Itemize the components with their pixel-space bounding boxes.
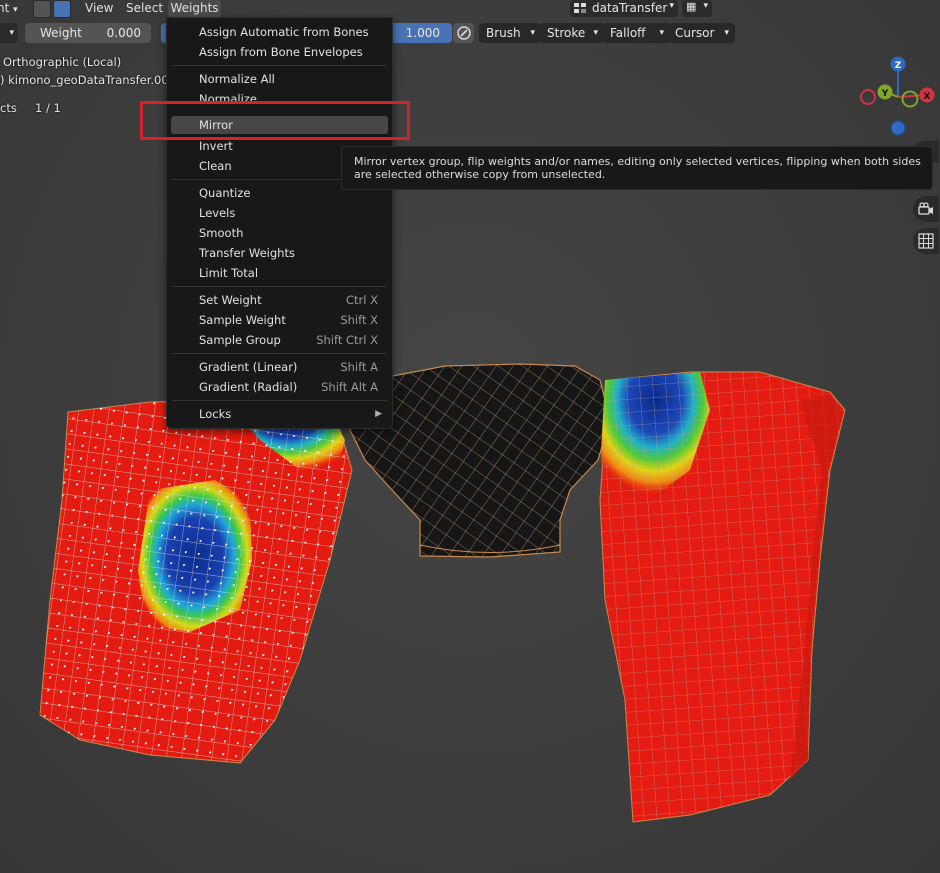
menu-weights[interactable]: Weights [168, 0, 221, 17]
menu-item-label: Assign Automatic from Bones [199, 25, 369, 39]
tool-dropdown[interactable]: ▾ [0, 23, 18, 43]
mode-dropdown[interactable]: nt ▾ [0, 0, 27, 17]
menu-item-label: Gradient (Radial) [199, 380, 298, 394]
menu-item-gradient-linear[interactable]: Gradient (Linear) Shift A [171, 357, 388, 377]
object-name-label: ) kimono_geoDataTransfer.002 [0, 73, 176, 87]
ortho-toggle-button[interactable] [913, 228, 939, 254]
gizmo-y-label: Y [881, 89, 889, 99]
menu-item-shortcut: Shift Ctrl X [316, 333, 378, 347]
cursor-dropdown[interactable]: Cursor ▾ [668, 23, 735, 43]
menu-item-sample-weight[interactable]: Sample Weight Shift X [171, 310, 388, 330]
chevron-down-icon: ▾ [659, 28, 664, 38]
view-name-label: Orthographic (Local) [3, 55, 122, 69]
datatransfer-dropdown[interactable]: dataTransfer ▾ [570, 0, 678, 17]
menu-item-label: Normalize All [199, 72, 275, 86]
brush-dropdown[interactable]: Brush ▾ [479, 23, 541, 43]
gizmo-z-label: Z [895, 61, 902, 71]
select-mode-button[interactable] [33, 0, 51, 18]
menu-item-smooth[interactable]: Smooth [171, 223, 388, 243]
submenu-arrow-icon: ▶ [375, 409, 382, 419]
chevron-down-icon: ▾ [669, 1, 674, 11]
snap-icon: ▦ [686, 0, 697, 13]
menu-item-label: Transfer Weights [199, 246, 295, 260]
menu-item-label: Limit Total [199, 266, 259, 280]
pen-pressure-icon [457, 26, 471, 40]
menu-item-label: Gradient (Linear) [199, 360, 298, 374]
menu-item-label: Locks [199, 407, 232, 421]
menu-item-levels[interactable]: Levels [171, 203, 388, 223]
falloff-label: Falloff [610, 26, 646, 40]
menu-select[interactable]: Select [126, 0, 163, 17]
chevron-down-icon: ▾ [724, 28, 729, 38]
menu-separator [172, 353, 387, 354]
camera-view-button[interactable] [913, 196, 939, 222]
camera-icon [918, 202, 933, 215]
menu-item-label: Clean [199, 159, 232, 173]
menu-item-normalize-all[interactable]: Normalize All [171, 69, 388, 89]
menu-item-label: Assign from Bone Envelopes [199, 45, 363, 59]
falloff-dropdown[interactable]: Falloff ▾ [603, 23, 670, 43]
menu-item-shortcut: Ctrl X [346, 293, 378, 307]
menu-view[interactable]: View [85, 0, 115, 17]
highlight-box [140, 101, 410, 140]
menu-item-label: Quantize [199, 186, 251, 200]
menu-item-label: Sample Group [199, 333, 281, 347]
menu-item-label: Smooth [199, 226, 244, 240]
strength-field[interactable]: 1.000 [390, 23, 452, 43]
menu-item-limit-total[interactable]: Limit Total [171, 263, 388, 283]
menu-item-label: Levels [199, 206, 236, 220]
cursor-label: Cursor [675, 26, 715, 40]
chevron-down-icon: ▾ [703, 1, 708, 11]
menu-item-shortcut: Shift A [340, 360, 378, 374]
chevron-down-icon: ▾ [530, 28, 535, 38]
menu-item-shortcut: Shift X [340, 313, 378, 327]
menu-item-label: Sample Weight [199, 313, 286, 327]
brush-label: Brush [486, 26, 521, 40]
datatransfer-icon [574, 3, 586, 13]
weight-label: Weight [40, 26, 82, 40]
viewport-header: nt ▾ View Select Weights dataTransfer ▾ … [0, 0, 940, 18]
chevron-down-icon: ▾ [13, 5, 18, 15]
gizmo-x-label: X [924, 92, 931, 102]
menu-separator [172, 400, 387, 401]
menu-item-label: Set Weight [199, 293, 262, 307]
objects-stat-value: 1 / 1 [35, 101, 61, 115]
snapping-dropdown[interactable]: ▦ ▾ [682, 0, 712, 17]
tooltip-text: Mirror vertex group, flip weights and/or… [354, 155, 921, 181]
chevron-down-icon: ▾ [9, 28, 14, 38]
menu-item-shortcut: Shift Alt A [321, 380, 378, 394]
menu-item-assign-envelopes[interactable]: Assign from Bone Envelopes [171, 42, 388, 62]
pressure-toggle[interactable] [453, 23, 474, 43]
datatransfer-label: dataTransfer [592, 1, 668, 15]
menu-item-set-weight[interactable]: Set Weight Ctrl X [171, 290, 388, 310]
mode-label: nt [0, 1, 10, 15]
grid-icon [918, 233, 934, 249]
objects-stat-label: cts [0, 101, 17, 115]
menu-item-assign-automatic[interactable]: Assign Automatic from Bones [171, 22, 388, 42]
menu-separator [172, 286, 387, 287]
menu-item-gradient-radial[interactable]: Gradient (Radial) Shift Alt A [171, 377, 388, 397]
menu-separator [172, 65, 387, 66]
menu-item-locks[interactable]: Locks ▶ [171, 404, 388, 424]
weight-field[interactable]: Weight 0.000 [25, 23, 151, 43]
chevron-down-icon: ▾ [593, 28, 598, 38]
menu-item-transfer-weights[interactable]: Transfer Weights [171, 243, 388, 263]
tooltip: Mirror vertex group, flip weights and/or… [341, 146, 933, 190]
menu-item-sample-group[interactable]: Sample Group Shift Ctrl X [171, 330, 388, 350]
stroke-dropdown[interactable]: Stroke ▾ [540, 23, 604, 43]
weight-value: 0.000 [106, 26, 141, 40]
strength-value: 1.000 [405, 26, 440, 40]
navigation-gizmo[interactable]: Z Y X [860, 56, 935, 136]
weights-menu: Assign Automatic from Bones Assign from … [166, 17, 393, 429]
select-mode-active-button[interactable] [53, 0, 71, 18]
stroke-label: Stroke [547, 26, 586, 40]
